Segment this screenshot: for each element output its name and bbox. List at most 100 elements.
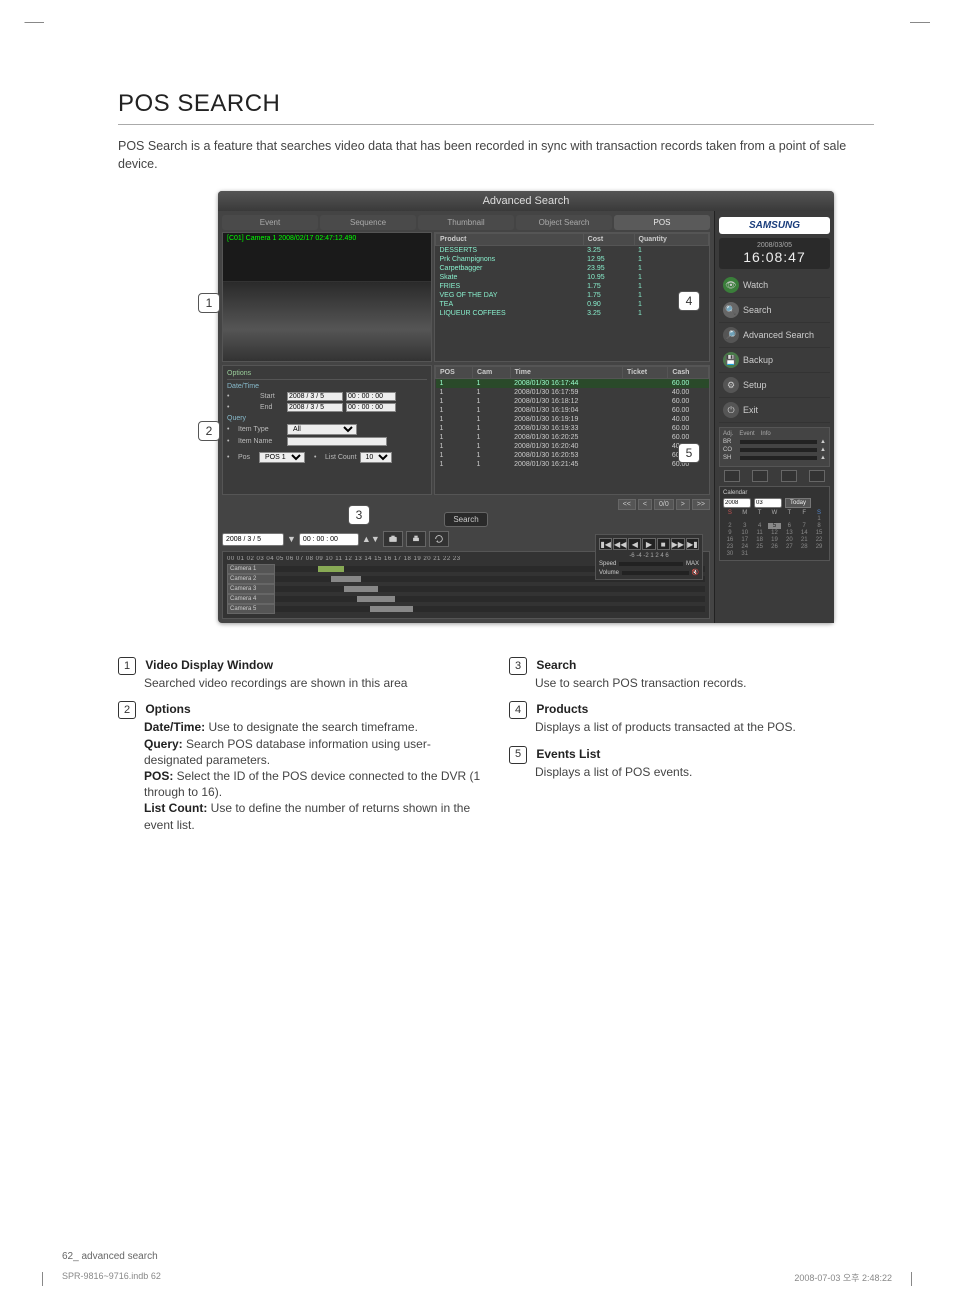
- volume-slider[interactable]: [622, 571, 689, 575]
- last-button[interactable]: ▶▮: [686, 538, 699, 550]
- fwd-button[interactable]: ▶▶: [671, 538, 685, 550]
- cal-date[interactable]: 5: [768, 523, 782, 529]
- menu-watch[interactable]: 👁Watch: [719, 273, 830, 298]
- cal-date[interactable]: 15: [812, 530, 826, 536]
- play-button[interactable]: ▶: [642, 538, 655, 550]
- end-time-input[interactable]: [346, 403, 396, 412]
- layout-icon[interactable]: [809, 470, 825, 482]
- product-row[interactable]: Prk Champignons12.951: [436, 255, 709, 264]
- slider-co[interactable]: CO▲: [723, 447, 826, 453]
- cal-date[interactable]: 4: [753, 523, 767, 529]
- event-row[interactable]: 112008/01/30 16:17:4460.00: [436, 379, 709, 389]
- cal-date[interactable]: 18: [753, 537, 767, 543]
- event-row[interactable]: 112008/01/30 16:20:2560.00: [436, 433, 709, 442]
- menu-setup[interactable]: ⚙Setup: [719, 373, 830, 398]
- item-type-select[interactable]: All: [287, 424, 357, 435]
- slider-sh[interactable]: SH▲: [723, 455, 826, 461]
- menu-advanced-search[interactable]: 🔎Advanced Search: [719, 323, 830, 348]
- tab-event[interactable]: Event: [222, 215, 318, 230]
- cal-date[interactable]: 25: [753, 544, 767, 550]
- start-date-input[interactable]: [287, 392, 343, 401]
- back-button[interactable]: ◀: [628, 538, 641, 550]
- pos-select[interactable]: POS 1: [259, 452, 305, 463]
- event-row[interactable]: 112008/01/30 16:19:1940.00: [436, 415, 709, 424]
- tab-sequence[interactable]: Sequence: [320, 215, 416, 230]
- pager-next[interactable]: >: [676, 499, 690, 510]
- event-row[interactable]: 112008/01/30 16:19:3360.00: [436, 424, 709, 433]
- cal-date[interactable]: 22: [812, 537, 826, 543]
- cal-date[interactable]: 3: [738, 523, 752, 529]
- cal-date[interactable]: 30: [723, 551, 737, 557]
- product-row[interactable]: Skate10.951: [436, 273, 709, 282]
- pager-prev[interactable]: <: [638, 499, 652, 510]
- layout-icon[interactable]: [724, 470, 740, 482]
- goto-time-input[interactable]: [299, 533, 359, 546]
- goto-date-input[interactable]: [222, 533, 284, 546]
- menu-backup[interactable]: 💾Backup: [719, 348, 830, 373]
- cal-date[interactable]: 7: [797, 523, 811, 529]
- event-tab[interactable]: Event: [739, 431, 754, 437]
- product-row[interactable]: DESSERTS3.251: [436, 246, 709, 256]
- cal-date[interactable]: 29: [812, 544, 826, 550]
- product-row[interactable]: VEG OF THE DAY1.751: [436, 291, 709, 300]
- camera-row[interactable]: Camera 3: [227, 584, 705, 594]
- cal-month[interactable]: [754, 498, 782, 508]
- camera-row[interactable]: Camera 4: [227, 594, 705, 604]
- stop-button[interactable]: ■: [657, 538, 670, 550]
- cal-date[interactable]: 14: [797, 530, 811, 536]
- cal-date[interactable]: 6: [782, 523, 796, 529]
- cal-date[interactable]: 20: [782, 537, 796, 543]
- event-row[interactable]: 112008/01/30 16:20:5360.00: [436, 451, 709, 460]
- event-row[interactable]: 112008/01/30 16:18:1260.00: [436, 397, 709, 406]
- menu-exit[interactable]: ⏻Exit: [719, 398, 830, 423]
- cal-date[interactable]: 17: [738, 537, 752, 543]
- video-display-window[interactable]: [C01] Camera 1 2008/02/17 02:47:12.490: [222, 232, 432, 362]
- cal-date[interactable]: 24: [738, 544, 752, 550]
- event-row[interactable]: 112008/01/30 16:20:4040.00: [436, 442, 709, 451]
- speed-slider[interactable]: [619, 562, 683, 566]
- product-row[interactable]: FRIES1.751: [436, 282, 709, 291]
- slider-br[interactable]: BR▲: [723, 439, 826, 445]
- tab-pos[interactable]: POS: [614, 215, 710, 230]
- refresh-icon[interactable]: [429, 531, 449, 547]
- product-row[interactable]: TEA0.901: [436, 300, 709, 309]
- end-date-input[interactable]: [287, 403, 343, 412]
- adj-tab[interactable]: Adj.: [723, 431, 733, 437]
- pager-first[interactable]: <<: [618, 499, 636, 510]
- mute-icon[interactable]: 🔇: [692, 569, 699, 576]
- tab-thumbnail[interactable]: Thumbnail: [418, 215, 514, 230]
- event-row[interactable]: 112008/01/30 16:17:5940.00: [436, 388, 709, 397]
- cal-date[interactable]: 23: [723, 544, 737, 550]
- print-icon[interactable]: [406, 531, 426, 547]
- cal-date[interactable]: 16: [723, 537, 737, 543]
- layout-icon[interactable]: [752, 470, 768, 482]
- cal-date[interactable]: 11: [753, 530, 767, 536]
- item-name-input[interactable]: [287, 437, 387, 446]
- cal-date[interactable]: 27: [782, 544, 796, 550]
- menu-search[interactable]: 🔍Search: [719, 298, 830, 323]
- event-row[interactable]: 112008/01/30 16:19:0460.00: [436, 406, 709, 415]
- cal-date[interactable]: 12: [768, 530, 782, 536]
- start-time-input[interactable]: [346, 392, 396, 401]
- cal-date[interactable]: 10: [738, 530, 752, 536]
- product-row[interactable]: Carpetbagger23.951: [436, 264, 709, 273]
- cal-date[interactable]: 19: [768, 537, 782, 543]
- list-count-select[interactable]: 10: [360, 452, 392, 463]
- snapshot-icon[interactable]: [383, 531, 403, 547]
- cal-date[interactable]: 26: [768, 544, 782, 550]
- search-button[interactable]: Search: [444, 512, 487, 527]
- today-button[interactable]: Today: [785, 498, 811, 508]
- prev-button[interactable]: ◀◀: [613, 538, 627, 550]
- event-row[interactable]: 112008/01/30 16:21:4560.00: [436, 460, 709, 469]
- cal-date[interactable]: 31: [738, 551, 752, 557]
- pager-last[interactable]: >>: [692, 499, 710, 510]
- tab-object-search[interactable]: Object Search: [516, 215, 612, 230]
- cal-date[interactable]: 21: [797, 537, 811, 543]
- first-button[interactable]: ▮◀: [599, 538, 612, 550]
- cal-date[interactable]: 2: [723, 523, 737, 529]
- cal-year[interactable]: [723, 498, 751, 508]
- camera-row[interactable]: Camera 5: [227, 604, 705, 614]
- cal-date[interactable]: 13: [782, 530, 796, 536]
- cal-date[interactable]: 28: [797, 544, 811, 550]
- cal-date[interactable]: 1: [812, 516, 826, 522]
